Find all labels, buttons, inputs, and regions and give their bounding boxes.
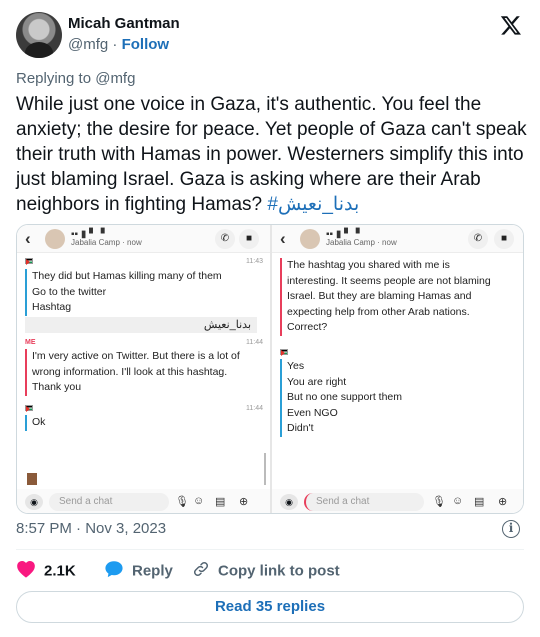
chat-input-bar: ◉ Send a chat 🎙 ☺ ▤ ⊕: [272, 489, 523, 513]
back-chevron-icon: ‹: [25, 229, 31, 248]
tweet-text: While just one voice in Gaza, it's authe…: [16, 92, 528, 217]
copy-link-button[interactable]: Copy link to post: [192, 560, 340, 582]
palestine-flag-icon: [25, 405, 33, 412]
palestine-flag-icon: [280, 349, 288, 356]
tweet-timestamp[interactable]: 8:57 PM · Nov 3, 2023: [16, 520, 166, 537]
sender-me-label: ME: [25, 339, 36, 346]
chat-screenshot-left: ‹ ▪▪ ▮ ▘▝ Jabalia Camp · now ✆ ■ 11:43 T…: [17, 225, 270, 513]
reply-button[interactable]: Reply: [104, 560, 173, 582]
chat-message: Ok: [25, 415, 85, 431]
send-chat-input: Send a chat: [49, 493, 169, 511]
speech-bubble-icon: [104, 560, 124, 582]
phone-icon: ✆: [468, 229, 488, 249]
message-time: 11:44: [246, 405, 263, 412]
video-icon: ■: [239, 229, 259, 249]
author-name[interactable]: Micah Gantman: [68, 15, 180, 32]
message-time: 11:43: [246, 258, 263, 265]
message-time: 11:44: [246, 339, 263, 346]
chat-screenshot-right: ‹ ▪▪ ▮ ▘▝ Jabalia Camp · now ✆ ■ The has…: [272, 225, 523, 513]
contact-avatar: [300, 229, 320, 249]
link-icon: [192, 560, 210, 582]
mic-icon: 🎙: [432, 496, 446, 508]
plus-icon: ⊕: [239, 496, 249, 508]
chat-header: ‹ ▪▪ ▮ ▘▝ Jabalia Camp · now ✆ ■: [17, 225, 270, 253]
plus-icon: ⊕: [498, 496, 508, 508]
like-button[interactable]: 2.1K: [16, 560, 76, 582]
smiley-icon: ☺: [452, 495, 464, 507]
handle-separator: ·: [108, 36, 122, 53]
chat-hashtag-message: بدنا_نعيش: [25, 317, 257, 333]
chat-message: I'm very active on Twitter. But there is…: [25, 349, 265, 396]
x-logo-icon[interactable]: [500, 14, 522, 36]
tweet-media[interactable]: ‹ ▪▪ ▮ ▘▝ Jabalia Camp · now ✆ ■ 11:43 T…: [16, 224, 524, 514]
chat-message: The hashtag you shared with me is intere…: [280, 258, 520, 336]
author-handle[interactable]: @mfg: [68, 36, 108, 53]
bitmoji-icon: [27, 473, 37, 485]
chat-header: ‹ ▪▪ ▮ ▘▝ Jabalia Camp · now ✆ ■: [272, 225, 523, 253]
chat-message: They did but Hamas killing many of them …: [25, 269, 261, 316]
phone-icon: ✆: [215, 229, 235, 249]
tweet-hashtag-link[interactable]: #بدنا_نعيش: [267, 194, 359, 215]
author-avatar[interactable]: [16, 12, 62, 58]
palestine-flag-icon: [25, 258, 33, 265]
follow-link[interactable]: Follow: [122, 36, 170, 53]
camera-icon: ◉: [25, 494, 43, 510]
contact-location: Jabalia Camp · now: [326, 238, 397, 247]
divider: [16, 549, 524, 550]
bitmoji-icon: ☺: [193, 495, 205, 507]
reply-label: Reply: [132, 562, 173, 580]
replying-to: Replying to @mfg: [16, 70, 136, 87]
read-replies-button[interactable]: Read 35 replies: [16, 591, 524, 623]
contact-location: Jabalia Camp · now: [71, 238, 142, 247]
author-handle-row: @mfg · Follow: [68, 36, 169, 53]
mic-icon: 🎙: [175, 496, 189, 508]
cards-icon: ▤: [474, 496, 485, 508]
video-icon: ■: [494, 229, 514, 249]
like-count: 2.1K: [44, 562, 76, 580]
info-icon[interactable]: i: [502, 520, 520, 538]
camera-icon: ◉: [280, 494, 298, 510]
contact-avatar: [45, 229, 65, 249]
copy-link-label: Copy link to post: [218, 562, 340, 580]
cards-icon: ▤: [215, 496, 226, 508]
send-chat-input: Send a chat: [304, 493, 424, 511]
heart-icon: [16, 560, 36, 582]
chat-message: Yes You are right But no one support the…: [280, 359, 440, 437]
back-chevron-icon: ‹: [280, 229, 286, 248]
chat-input-bar: ◉ Send a chat 🎙 ☺ ▤ ⊕: [17, 489, 270, 513]
chat-scrollbar: [264, 453, 266, 485]
